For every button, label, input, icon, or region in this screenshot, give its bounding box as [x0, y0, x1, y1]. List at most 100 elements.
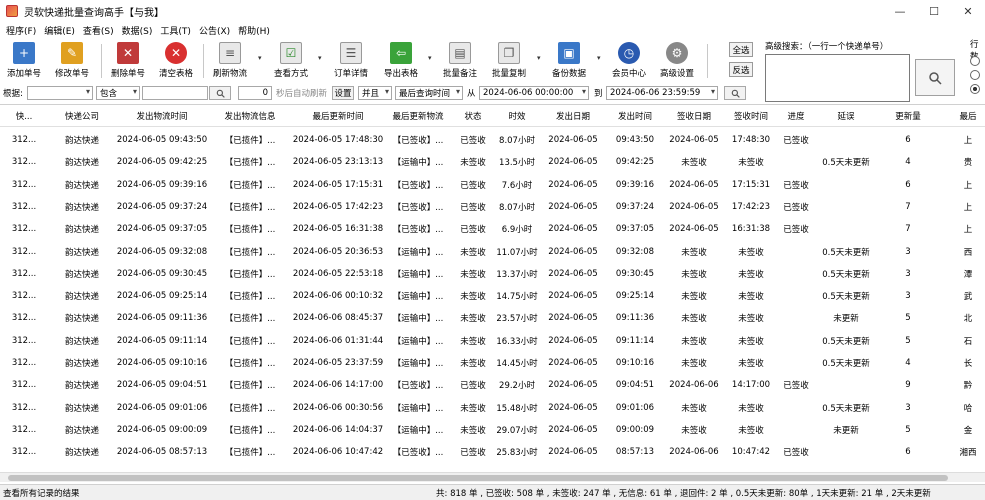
- menu-edit[interactable]: 编辑(E): [40, 24, 79, 37]
- menu-notice[interactable]: 公告(X): [195, 24, 234, 37]
- column-header[interactable]: 时效: [494, 105, 540, 127]
- column-header[interactable]: 快...: [0, 105, 48, 127]
- rows-option-radio-2[interactable]: [970, 70, 980, 80]
- column-header[interactable]: 发出时间: [606, 105, 664, 127]
- minimize-button[interactable]: —: [883, 0, 917, 22]
- table-row[interactable]: 312... 韵达快递 2024-06-05 09:11:14 【已揽件】... 202…: [0, 330, 985, 352]
- backup-button[interactable]: ▣ 备份数据: [545, 40, 593, 82]
- table-cell: 金: [963, 425, 973, 436]
- menu-view[interactable]: 查看(S): [79, 24, 118, 37]
- filter-field2-select[interactable]: 最后查询时间: [395, 86, 463, 100]
- column-header[interactable]: 快递公司: [48, 105, 116, 127]
- view-mode-button[interactable]: ☑ 查看方式: [267, 40, 315, 82]
- filter-search-button[interactable]: [209, 86, 231, 100]
- table-cell: [778, 241, 814, 263]
- column-header[interactable]: 最后更新物流: [384, 105, 452, 127]
- column-header[interactable]: 更新量: [878, 105, 938, 127]
- auto-refresh-settings-button[interactable]: 设置: [332, 86, 354, 100]
- edit-button[interactable]: ✎ 修改单号: [48, 40, 96, 82]
- refresh-dropdown-icon[interactable]: ▾: [258, 54, 262, 62]
- table-cell: [778, 263, 814, 285]
- column-header[interactable]: 发出日期: [540, 105, 606, 127]
- select-all-button[interactable]: 全选: [729, 42, 753, 57]
- export-button[interactable]: ⇦ 导出表格: [377, 40, 425, 82]
- table-cell: 16.33小时: [496, 336, 538, 347]
- table-cell: 2024-06-05 16:31:38: [292, 224, 384, 235]
- table-row[interactable]: 312... 韵达快递 2024-06-05 09:04:51 【已揽件】... 202…: [0, 374, 985, 396]
- add-button-label: 添加单号: [6, 69, 41, 79]
- table-row[interactable]: 312... 韵达快递 2024-06-05 09:25:14 【已揽件】... 202…: [0, 285, 985, 307]
- table-cell: 5: [905, 335, 911, 346]
- advanced-settings-button[interactable]: ⚙ 高级设置: [653, 40, 701, 82]
- table-row[interactable]: 312... 韵达快递 2024-06-05 09:43:50 【已揽件】... 202…: [0, 129, 985, 151]
- column-header[interactable]: 签收时间: [724, 105, 778, 127]
- advanced-search-input[interactable]: [765, 54, 910, 102]
- to-date-picker[interactable]: 2024-06-06 23:59:59: [606, 86, 718, 100]
- column-header[interactable]: 最后: [938, 105, 985, 127]
- column-header[interactable]: 延误: [814, 105, 878, 127]
- table-row[interactable]: 312... 韵达快递 2024-06-05 09:10:16 【已揽件】... 202…: [0, 352, 985, 374]
- table-row[interactable]: 312... 韵达快递 2024-06-05 09:42:25 【已揽件】... 202…: [0, 151, 985, 173]
- table-cell: 韵达快递: [64, 292, 99, 303]
- from-date-picker[interactable]: 2024-06-06 00:00:00: [479, 86, 589, 100]
- order-detail-button[interactable]: ☰ 订单详情: [327, 40, 375, 82]
- scrollbar-thumb[interactable]: [8, 475, 948, 481]
- table-row[interactable]: 312... 韵达快递 2024-06-05 09:32:08 【已揽件】... 202…: [0, 241, 985, 263]
- member-center-button[interactable]: ◷ 会员中心: [605, 40, 653, 82]
- table-row[interactable]: 312... 韵达快递 2024-06-05 09:01:06 【已揽件】... 202…: [0, 397, 985, 419]
- table-cell: 2024-06-06 08:45:37: [292, 313, 384, 324]
- view-mode-dropdown-icon[interactable]: ▾: [318, 54, 322, 62]
- close-button[interactable]: ✕: [951, 0, 985, 22]
- horizontal-scrollbar[interactable]: [0, 472, 985, 482]
- advanced-search-button[interactable]: [915, 59, 955, 96]
- table-cell: 17:48:30: [731, 135, 771, 145]
- menu-help[interactable]: 帮助(H): [234, 24, 274, 37]
- filter-field-select[interactable]: [27, 86, 93, 100]
- column-header[interactable]: 进度: [778, 105, 814, 127]
- table-cell: [814, 374, 878, 396]
- table-cell: 上: [963, 202, 973, 213]
- table-row[interactable]: 312... 韵达快递 2024-06-05 09:37:24 【已揽件】... 202…: [0, 196, 985, 218]
- table-cell: 2024-06-05: [548, 335, 598, 346]
- batch-copy-dropdown-icon[interactable]: ▾: [537, 54, 541, 62]
- invert-selection-button[interactable]: 反选: [729, 62, 753, 77]
- table-cell: 未签收: [738, 292, 764, 303]
- column-header[interactable]: 发出物流时间: [116, 105, 208, 127]
- table-row[interactable]: 312... 韵达快递 2024-06-05 09:37:05 【已揽件】... 202…: [0, 218, 985, 240]
- refresh-seconds-input[interactable]: 0: [238, 86, 272, 100]
- table-cell: 29.07小时: [496, 425, 538, 436]
- table-cell: 15.48小时: [496, 403, 538, 414]
- batch-note-button[interactable]: ▤ 批量备注: [436, 40, 484, 82]
- backup-dropdown-icon[interactable]: ▾: [597, 54, 601, 62]
- table-row[interactable]: 312... 韵达快递 2024-06-05 09:00:09 【已揽件】... 202…: [0, 419, 985, 441]
- column-header[interactable]: 最后更新时间: [292, 105, 384, 127]
- column-header[interactable]: 状态: [452, 105, 494, 127]
- rows-option-radio-3[interactable]: [970, 84, 980, 94]
- filter-keyword-input[interactable]: [142, 86, 208, 100]
- table-row[interactable]: 312... 韵达快递 2024-06-05 09:11:36 【已揽件】... 202…: [0, 307, 985, 329]
- menu-program[interactable]: 程序(F): [2, 24, 40, 37]
- batch-copy-button[interactable]: ❐ 批量复制: [485, 40, 533, 82]
- table-cell: 已签收: [783, 381, 809, 392]
- export-dropdown-icon[interactable]: ▾: [428, 54, 432, 62]
- table-row[interactable]: 312... 韵达快递 2024-06-05 08:57:13 【已揽件】... 202…: [0, 441, 985, 463]
- menu-tools[interactable]: 工具(T): [156, 24, 195, 37]
- rows-option-radio-1[interactable]: [970, 56, 980, 66]
- menu-data[interactable]: 数据(S): [118, 24, 157, 37]
- table-row[interactable]: 312... 韵达快递 2024-06-05 09:39:16 【已揽件】... 202…: [0, 174, 985, 196]
- filter-join-select[interactable]: 并且: [358, 86, 392, 100]
- refresh-button[interactable]: ≡ 刷新物流: [206, 40, 254, 82]
- column-header[interactable]: 签收日期: [664, 105, 724, 127]
- delete-button[interactable]: ✕ 删除单号: [104, 40, 152, 82]
- add-button[interactable]: + 添加单号: [0, 40, 48, 82]
- maximize-button[interactable]: ☐: [917, 0, 951, 22]
- results-table[interactable]: 快... 快递公司 发出物流时间 发出物流信息 最后更新时间 最后更新物流 状态 时效 发出日期…: [0, 104, 985, 482]
- table-row[interactable]: 312... 韵达快递 2024-06-05 09:30:45 【已揽件】... 202…: [0, 263, 985, 285]
- clear-button[interactable]: ✕ 清空表格: [152, 40, 200, 82]
- table-cell: 09:25:14: [615, 291, 655, 302]
- date-search-button[interactable]: [724, 86, 746, 100]
- filter-match-select[interactable]: 包含: [96, 86, 140, 100]
- table-cell: 未签收: [738, 314, 764, 325]
- column-header[interactable]: 发出物流信息: [208, 105, 292, 127]
- status-left: 查看所有记录的结果: [3, 488, 80, 499]
